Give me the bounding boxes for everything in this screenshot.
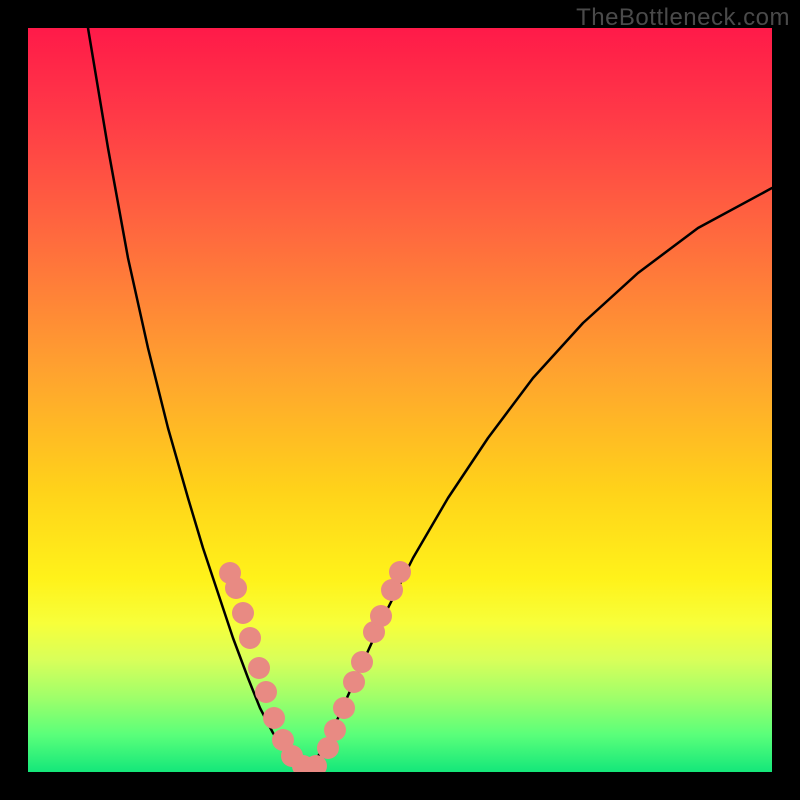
chart-svg — [28, 28, 772, 772]
marker-dot — [255, 681, 277, 703]
marker-dot — [370, 605, 392, 627]
marker-dot — [248, 657, 270, 679]
marker-dot — [263, 707, 285, 729]
marker-dot — [324, 719, 346, 741]
marker-dot — [239, 627, 261, 649]
outer-frame: TheBottleneck.com — [0, 0, 800, 800]
marker-dots — [219, 561, 411, 772]
marker-dot — [343, 671, 365, 693]
curve-lines — [88, 28, 772, 770]
marker-dot — [333, 697, 355, 719]
marker-dot — [351, 651, 373, 673]
watermark-text: TheBottleneck.com — [576, 4, 790, 32]
marker-dot — [225, 577, 247, 599]
marker-dot — [389, 561, 411, 583]
series-right-arm — [310, 188, 772, 770]
plot-area — [28, 28, 772, 772]
series-left-arm — [88, 28, 298, 770]
marker-dot — [232, 602, 254, 624]
